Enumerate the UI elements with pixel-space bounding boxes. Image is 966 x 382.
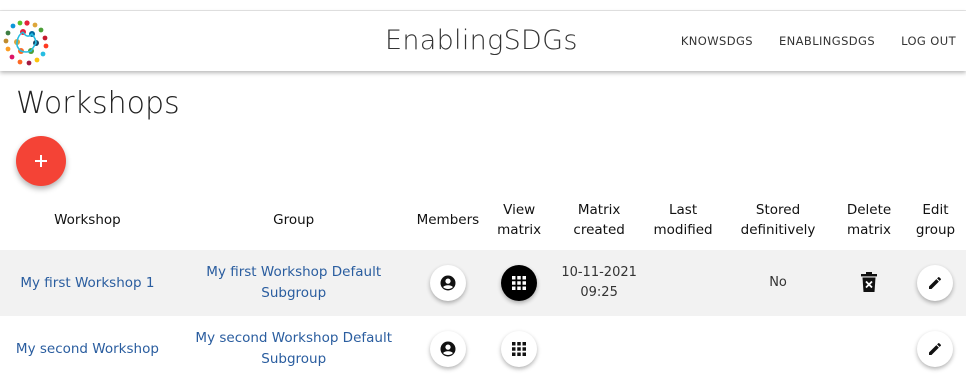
group-link[interactable]: My second Workshop Default Subgroup: [195, 330, 392, 367]
header-members: Members: [416, 212, 480, 228]
members-button[interactable]: [429, 265, 466, 301]
grid-icon: [512, 276, 527, 290]
table-row: My first Workshop 1 My first Workshop De…: [0, 250, 966, 316]
pencil-icon: [929, 342, 942, 355]
header-last-modified: Last modified: [653, 202, 713, 238]
top-nav: KNOWSDGS ENABLINGSDGS LOG OUT: [681, 34, 956, 48]
last-modified-value: [643, 316, 723, 382]
workshop-link[interactable]: My second Workshop: [16, 341, 159, 357]
workshop-link[interactable]: My first Workshop 1: [20, 275, 154, 291]
page-title: Workshops: [16, 86, 180, 121]
delete-icon: [861, 271, 877, 292]
account-circle-icon: [440, 341, 456, 357]
table-header-row: Workshop Group Members View matrix Matrix…: [0, 190, 966, 250]
grid-icon: [512, 342, 527, 356]
account-circle-icon: [440, 275, 456, 291]
brand-title[interactable]: EnablingSDGs: [385, 25, 578, 56]
add-workshop-button[interactable]: [16, 136, 66, 186]
header-group: Group: [273, 212, 315, 228]
header-view-matrix: View matrix: [497, 202, 542, 238]
view-matrix-button[interactable]: [501, 331, 538, 367]
header-delete-matrix: Delete matrix: [846, 202, 892, 238]
last-modified-value: [643, 250, 724, 316]
nav-knowsdgs[interactable]: KNOWSDGS: [681, 34, 753, 48]
matrix-created-value: [555, 316, 643, 382]
plus-icon: [35, 155, 47, 167]
group-link[interactable]: My first Workshop Default Subgroup: [206, 264, 381, 301]
delete-cell-empty: [833, 316, 905, 382]
stored-value: No: [723, 250, 834, 316]
top-strip: [0, 0, 966, 11]
nav-enablingsdgs[interactable]: ENABLINGSDGS: [779, 34, 875, 48]
edit-group-button[interactable]: [917, 331, 954, 367]
delete-matrix-button[interactable]: [855, 268, 883, 296]
header-workshop: Workshop: [54, 212, 121, 228]
navbar: EnablingSDGs KNOWSDGS ENABLINGSDGS LOG O…: [0, 11, 966, 71]
edit-group-button[interactable]: [917, 265, 954, 301]
workshops-table: Workshop Group Members View matrix Matrix…: [0, 190, 966, 382]
header-stored-definitively: Stored definitively: [740, 202, 816, 238]
table-row: My second Workshop My second Workshop De…: [0, 316, 966, 382]
members-button[interactable]: [429, 331, 466, 367]
nav-logout[interactable]: LOG OUT: [901, 34, 956, 48]
view-matrix-button[interactable]: [501, 265, 538, 301]
matrix-created-value: 10-11-2021 09:25: [561, 265, 637, 300]
pencil-icon: [929, 276, 942, 289]
header-edit-group: Edit group: [915, 202, 956, 238]
stored-value: [723, 316, 833, 382]
header-matrix-created: Matrix created: [573, 202, 625, 238]
sdg-logo[interactable]: [0, 15, 54, 69]
